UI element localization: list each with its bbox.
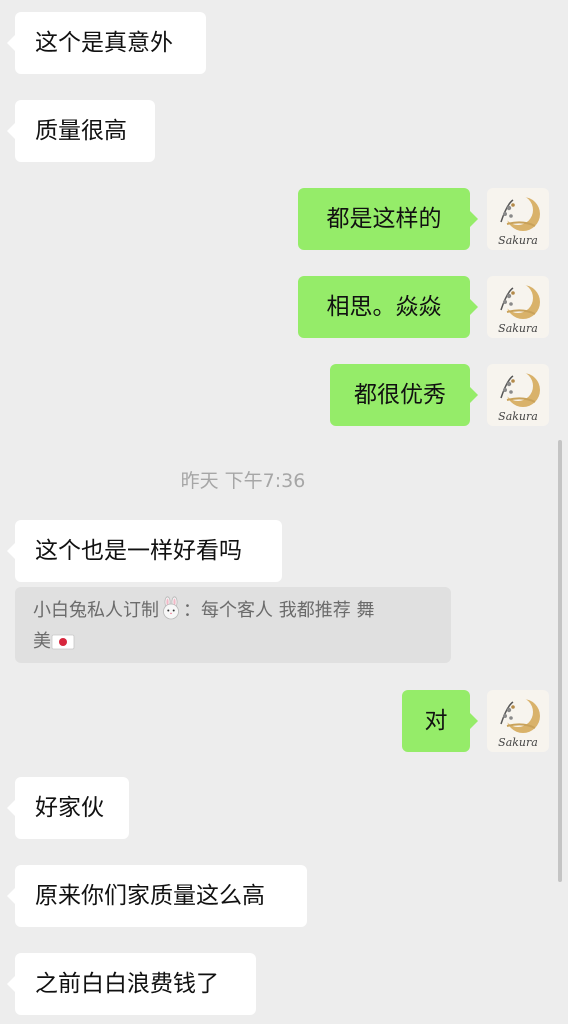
rabbit-face-emoji [159,596,183,628]
quote-text-line1: 每个客人 我都推荐 舞 [201,600,375,621]
message-bubble-received[interactable]: 之前白白浪费钱了 [7,953,256,1015]
message-text: 都是这样的 [326,206,442,232]
sakura-logo-icon: Sakura [498,283,540,335]
svg-text:Sakura: Sakura [498,322,538,335]
avatar[interactable]: Sakura [487,188,549,250]
message-bubble-received[interactable]: 这个也是一样好看吗 [7,520,282,582]
message-text: 原来你们家质量这么高 [35,883,265,909]
message-text: 之前白白浪费钱了 [35,971,219,997]
avatar[interactable]: Sakura [487,690,549,752]
message-text: 相思。焱焱 [326,294,442,320]
svg-text:Sakura: Sakura [498,736,538,749]
scrollbar[interactable] [558,440,562,882]
avatar[interactable]: Sakura [487,276,549,338]
message-bubble-received[interactable]: 质量很高 [7,100,155,162]
message-bubble-sent[interactable]: 都是这样的 [298,188,478,250]
quote-text-line2: 美 [33,631,51,652]
sakura-logo-icon: Sakura [498,195,540,247]
message-bubble-received[interactable]: 这个是真意外 [7,12,206,74]
svg-text:Sakura: Sakura [498,410,538,423]
message-text: 这个也是一样好看吗 [35,538,242,564]
quoted-message[interactable]: 小白兔私人订制 ：每个客人 我都推荐 舞 美 [15,587,451,663]
message-bubble-sent[interactable]: 相思。焱焱 [298,276,478,338]
quote-colon: ： [183,600,201,621]
svg-text:Sakura: Sakura [498,234,538,247]
message-text: 对 [424,708,448,734]
japan-flag-emoji [51,632,75,659]
message-bubble-received[interactable]: 原来你们家质量这么高 [7,865,307,927]
chat-view: 这个是真意外 质量很高 都是这样的 Sakura 相思。焱焱 Sakura 都很… [0,0,568,1024]
quote-sender: 小白兔私人订制 [33,600,159,621]
message-bubble-received[interactable]: 好家伙 [7,777,129,839]
message-text: 质量很高 [35,118,127,144]
sakura-logo-icon: Sakura [498,371,540,423]
sakura-logo-icon: Sakura [498,697,540,749]
message-text: 都很优秀 [354,382,446,408]
timestamp: 昨天 下午7:36 [180,470,306,492]
message-bubble-sent[interactable]: 都很优秀 [330,364,478,426]
avatar[interactable]: Sakura [487,364,549,426]
message-text: 这个是真意外 [35,30,173,56]
message-text: 好家伙 [35,795,104,821]
message-bubble-sent[interactable]: 对 [402,690,478,752]
